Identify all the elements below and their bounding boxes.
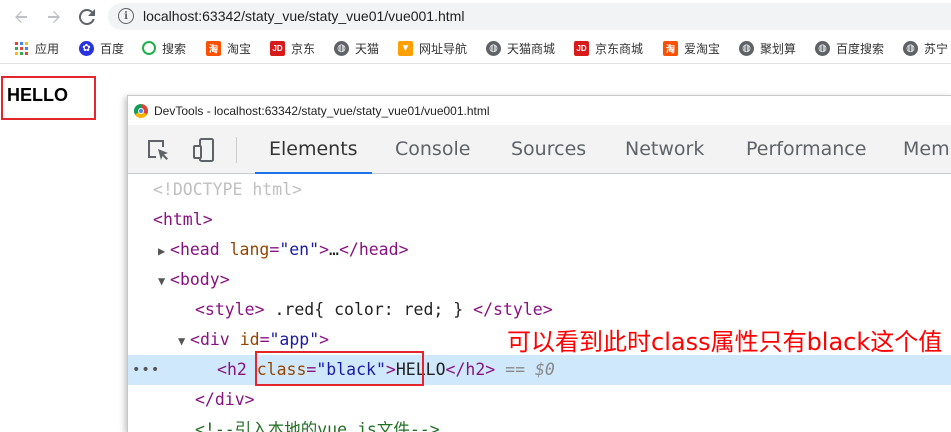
bookmark-label: 京东商城 (595, 41, 644, 56)
bookmark-label: 搜索 (162, 41, 187, 56)
bookmark-suning[interactable]: ◍ 苏宁 (903, 39, 948, 57)
h2-close-tag: h2 (465, 360, 486, 379)
tab-network[interactable]: Network (625, 125, 704, 173)
dom-line-style[interactable]: <style> .red{ color: red; } </style> (128, 295, 951, 325)
annotation-text: 可以看到此时class属性只有black这个值 (507, 328, 943, 356)
bookmark-jd[interactable]: JD 京东 (270, 39, 315, 57)
bookmark-search[interactable]: 搜索 (142, 39, 186, 57)
dom-line-doctype[interactable]: <!DOCTYPE html> (128, 175, 951, 205)
bookmark-label: 苏宁 (924, 41, 949, 56)
taobao-icon: 淘 (663, 40, 678, 56)
highlight-box (1, 76, 96, 120)
jd-icon: JD (270, 40, 285, 56)
bookmark-label: 天猫 (355, 41, 380, 56)
globe-icon: ◍ (334, 40, 349, 56)
globe-icon: ◍ (815, 40, 830, 56)
collapse-triangle-icon[interactable]: ▼ (158, 266, 170, 296)
globe-icon: ◍ (486, 40, 501, 56)
collapse-triangle-icon[interactable]: ▼ (178, 326, 190, 356)
tab-console[interactable]: Console (395, 125, 470, 173)
tab-memory[interactable]: Mem (903, 125, 950, 173)
dom-line-html[interactable]: <html> (128, 205, 951, 235)
bookmark-apps[interactable]: 应用 (14, 39, 59, 57)
globe-icon: ◍ (903, 40, 918, 56)
comment-text: <!--引入本地的vue.js文件--> (195, 420, 440, 432)
dom-tree: <!DOCTYPE html> <html> ▶ <head lang="en">… (128, 173, 951, 432)
dom-line-div-close[interactable]: </div> (128, 385, 951, 415)
div-tag: div (199, 330, 230, 349)
bookmark-baidu-search[interactable]: ◍ 百度搜索 (815, 39, 884, 57)
jd-icon: JD (574, 40, 589, 56)
bookmark-label: 天猫商城 (507, 41, 556, 56)
bookmark-label: 淘宝 (227, 41, 252, 56)
bookmark-label: 京东 (291, 41, 316, 56)
html-tag: html (162, 210, 203, 229)
device-toolbar-icon[interactable] (191, 137, 217, 163)
devtools-window: DevTools - localhost:63342/staty_vue/sta… (127, 95, 951, 432)
globe-icon: ◍ (739, 40, 754, 56)
browser-toolbar: i localhost:63342/staty_vue/staty_vue01/… (0, 0, 951, 33)
bookmark-jd-mall[interactable]: JD 京东商城 (574, 39, 643, 57)
tab-performance[interactable]: Performance (746, 125, 866, 173)
head-close-tag: head (358, 240, 399, 259)
search-q-icon (142, 41, 156, 55)
head-attr: lang (229, 240, 270, 259)
bookmark-label: 网址导航 (419, 41, 468, 56)
devtools-titlebar: DevTools - localhost:63342/staty_vue/sta… (128, 96, 951, 125)
tab-separator (236, 137, 237, 163)
bookmark-tmall-mall[interactable]: ◍ 天猫商城 (486, 39, 555, 57)
head-tag: head (179, 240, 220, 259)
selected-node-marker: == $0 (505, 360, 555, 379)
devtools-tabbar: Elements Console Sources Network Perform… (128, 125, 951, 174)
address-bar[interactable]: i localhost:63342/staty_vue/staty_vue01/… (108, 3, 951, 30)
taobao-icon: 淘 (206, 40, 221, 56)
dom-line-body[interactable]: ▼ <body> (128, 265, 951, 295)
baidu-paw-icon: ✿ (79, 40, 94, 56)
nav-icon: ▼ (398, 40, 413, 56)
inspect-element-icon[interactable] (145, 137, 171, 163)
head-attr-value: "en" (279, 240, 320, 259)
expand-triangle-icon[interactable]: ▶ (158, 236, 170, 266)
bookmark-tmall[interactable]: ◍ 天猫 (334, 39, 379, 57)
bookmark-juhuasuan[interactable]: ◍ 聚划算 (739, 39, 796, 57)
devtools-title: DevTools - localhost:63342/staty_vue/sta… (154, 103, 490, 118)
bookmark-baidu[interactable]: ✿ 百度 (79, 39, 124, 57)
back-arrow-icon[interactable] (9, 5, 33, 29)
apps-grid-icon (14, 41, 29, 56)
bookmark-label: 爱淘宝 (684, 41, 721, 56)
div-close-tag: </div> (195, 390, 255, 409)
tab-elements[interactable]: Elements (255, 125, 372, 174)
bookmark-ai-taobao[interactable]: 淘 爱淘宝 (663, 39, 720, 57)
bookmark-label: 百度搜索 (836, 41, 885, 56)
body-tag: body (179, 270, 220, 289)
more-options-icon[interactable]: ••• (132, 355, 160, 385)
tab-sources[interactable]: Sources (511, 125, 586, 173)
forward-arrow-icon[interactable] (42, 5, 66, 29)
div-attr: id (239, 330, 260, 349)
h2-tag: h2 (226, 360, 247, 379)
bookmarks-bar: 应用 ✿ 百度 搜索 淘 淘宝 JD 京东 ◍ 天猫 ▼ 网址导航 ◍ 天猫商城… (0, 33, 951, 64)
url-text: localhost:63342/staty_vue/staty_vue01/vu… (143, 8, 465, 24)
bookmark-label: 应用 (35, 41, 60, 56)
dom-line-comment[interactable]: <!--引入本地的vue.js文件--> (128, 415, 951, 432)
dom-line-head[interactable]: ▶ <head lang="en">…</head> (128, 235, 951, 265)
doctype-text: <!DOCTYPE html> (153, 180, 303, 199)
dom-line-h2-selected[interactable]: ••• <h2 class="black">HELLO</h2> == $0 (128, 355, 951, 385)
bookmark-nav[interactable]: ▼ 网址导航 (398, 39, 467, 57)
bookmark-label: 聚划算 (760, 41, 797, 56)
head-ellipsis: … (329, 240, 339, 259)
bookmark-taobao[interactable]: 淘 淘宝 (206, 39, 251, 57)
style-content: .red{ color: red; } (264, 300, 474, 319)
highlight-box-class (255, 351, 424, 386)
reload-icon[interactable] (75, 5, 99, 29)
info-icon[interactable]: i (118, 8, 134, 24)
chrome-logo-icon (134, 103, 148, 118)
bookmark-label: 百度 (100, 41, 125, 56)
div-attr-value: "app" (269, 330, 320, 349)
